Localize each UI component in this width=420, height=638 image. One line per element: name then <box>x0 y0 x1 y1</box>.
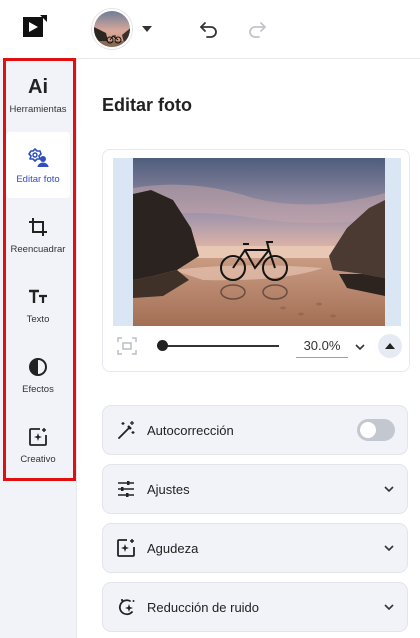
sidebar-item-label: Creativo <box>20 453 56 465</box>
sidebar-item-texto[interactable]: Texto <box>6 272 70 338</box>
zoom-input[interactable]: 30.0% <box>296 336 348 358</box>
edit-photo-panel: Editar foto 30.0% Autocorrección Ajustes… <box>76 58 420 638</box>
redo-icon[interactable] <box>246 17 268 39</box>
sidebar-item-reencuadrar[interactable]: Reencuadrar <box>6 202 70 268</box>
sharpen-icon <box>117 539 135 557</box>
ai-tools-icon: Ai <box>28 75 48 98</box>
collapse-preview-button[interactable] <box>378 334 402 358</box>
top-bar <box>0 0 420 58</box>
sliders-icon <box>118 481 134 497</box>
photo-thumbnail-dropdown[interactable] <box>92 9 156 49</box>
zoom-slider-track <box>157 345 279 347</box>
caret-up-icon <box>385 343 395 349</box>
photo-preview <box>133 158 385 326</box>
photo-preview-card: 30.0% <box>102 149 410 372</box>
chevron-down-icon <box>384 486 394 493</box>
noise-reduction-label: Reducción de ruido <box>147 600 260 615</box>
undo-icon[interactable] <box>198 17 220 39</box>
sidebar-item-label: Texto <box>26 313 50 325</box>
chevron-down-icon[interactable] <box>353 340 367 354</box>
sidebar-item-creativo[interactable]: Creativo <box>6 412 70 478</box>
fit-to-screen-icon[interactable] <box>117 337 137 355</box>
adjustments-row[interactable]: Ajustes <box>102 464 408 514</box>
sidebar-item-label: Reencuadrar <box>10 243 66 255</box>
text-icon <box>27 286 49 308</box>
autocorrect-toggle[interactable] <box>357 419 395 441</box>
sidebar-item-label: Efectos <box>22 383 54 395</box>
sidebar-item-herramientas[interactable]: Ai Herramientas <box>6 62 70 128</box>
app-logo-icon[interactable] <box>22 14 48 40</box>
noise-reduction-row[interactable]: Reducción de ruido <box>102 582 408 632</box>
sharpness-label: Agudeza <box>147 541 199 556</box>
chevron-down-icon <box>384 604 394 611</box>
page-title: Editar foto <box>102 95 192 115</box>
denoise-icon <box>118 599 135 616</box>
autocorrect-label: Autocorrección <box>147 423 234 438</box>
sidebar-item-label: Editar foto <box>16 173 60 185</box>
zoom-slider-handle[interactable] <box>157 340 168 351</box>
photo-canvas <box>113 158 401 326</box>
crop-icon <box>27 216 49 238</box>
sidebar: Ai Herramientas Editar foto Reencuadrar <box>0 58 76 638</box>
effects-icon <box>27 356 49 378</box>
chevron-down-icon <box>384 545 394 552</box>
photo-thumbnail <box>92 9 132 49</box>
toggle-knob <box>360 422 376 438</box>
edit-photo-icon <box>27 146 49 168</box>
sharpness-row[interactable]: Agudeza <box>102 523 408 573</box>
sidebar-item-efectos[interactable]: Efectos <box>6 342 70 408</box>
sidebar-item-editar-foto[interactable]: Editar foto <box>6 132 70 198</box>
creative-icon <box>27 426 49 448</box>
sidebar-item-label: Herramientas <box>9 103 67 115</box>
zoom-slider[interactable] <box>157 336 279 356</box>
autocorrect-row[interactable]: Autocorrección <box>102 405 408 455</box>
magic-wand-icon <box>118 421 135 439</box>
chevron-down-icon <box>142 26 152 32</box>
adjustments-label: Ajustes <box>147 482 190 497</box>
